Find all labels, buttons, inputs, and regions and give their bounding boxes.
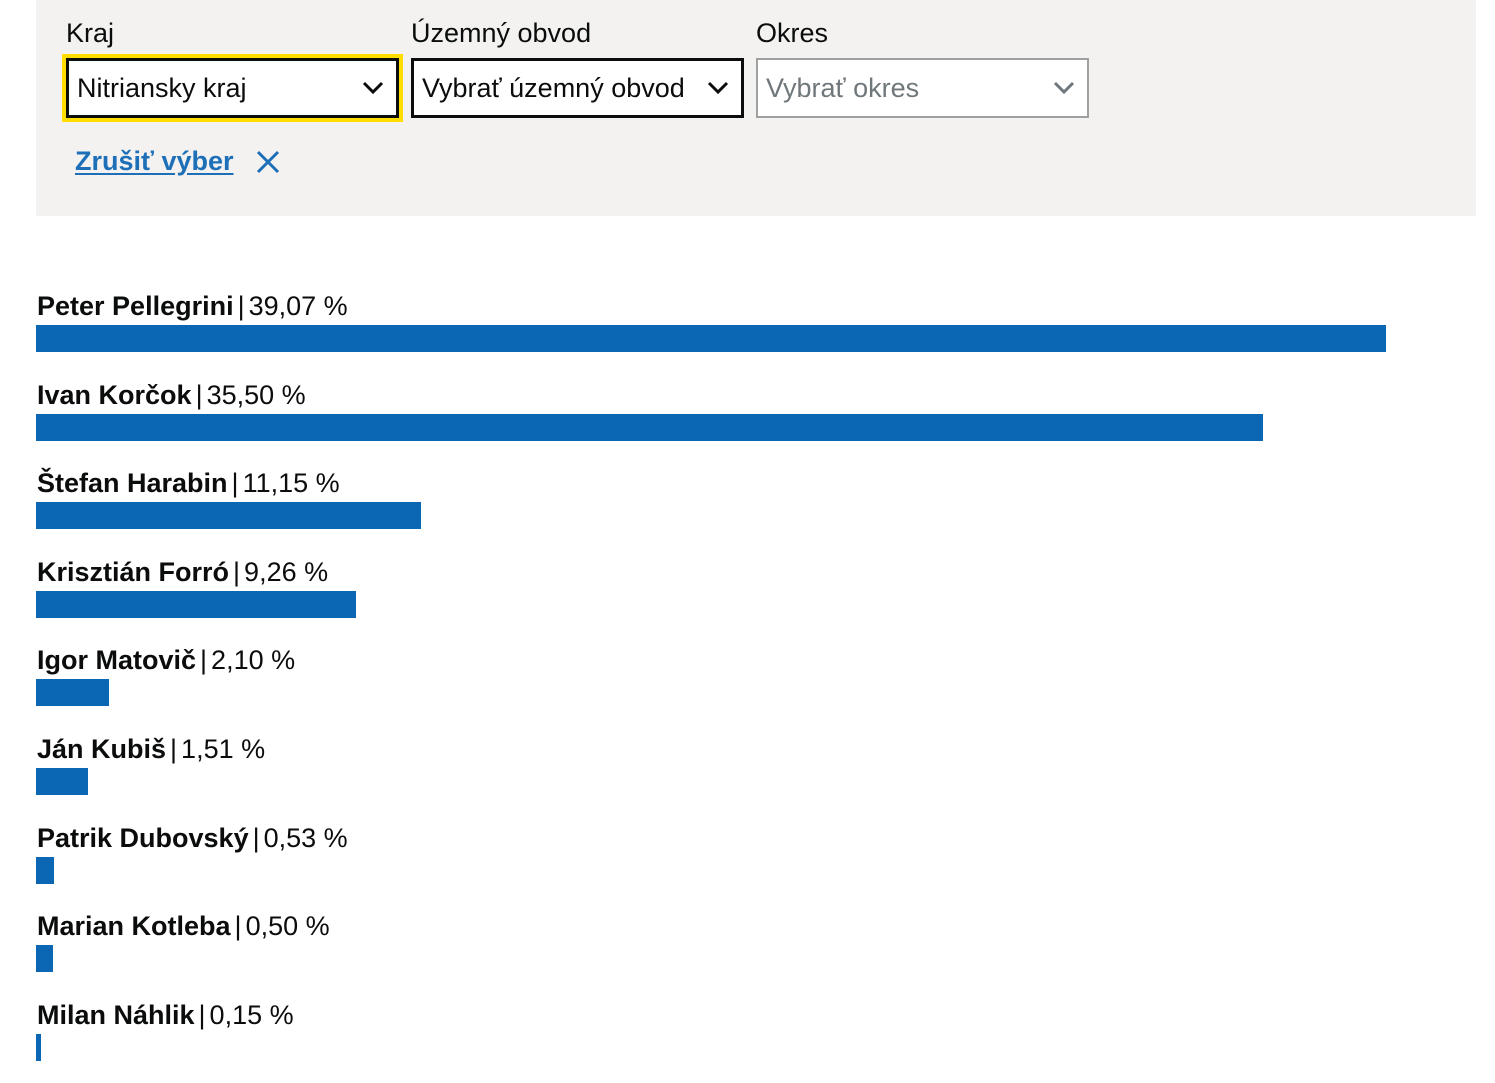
separator: | [252, 822, 260, 853]
result-label: Ivan Korčok | 35,50 % [36, 375, 348, 415]
result-label: Patrik Dubovský | 0,53 % [36, 818, 348, 858]
candidate-percent: 11,15 % [242, 468, 340, 499]
separator: | [200, 645, 208, 676]
kraj-select[interactable]: Nitriansky kraj [62, 54, 403, 122]
result-bar [36, 590, 356, 618]
candidate-percent: 1,51 % [181, 733, 266, 764]
separator: | [234, 911, 242, 942]
separator: | [195, 379, 203, 410]
okres-select-value: Vybrať okres [766, 73, 920, 103]
okres-filter: Okres Vybrať okres [756, 16, 1089, 118]
separator: | [237, 291, 245, 321]
uzemny-obvod-select[interactable]: Vybrať územný obvod [411, 58, 744, 118]
chevron-down-icon [1053, 81, 1075, 95]
clear-selection-row: Zrušiť výber [75, 146, 280, 177]
candidate-name: Milan Náhlik [37, 999, 195, 1030]
candidate-name: Ján Kubiš [37, 733, 167, 764]
result-label: Peter Pellegrini | 39,07 % [36, 286, 348, 326]
result-row: Patrik Dubovský | 0,53 % [36, 818, 348, 907]
candidate-percent: 0,15 % [209, 999, 294, 1030]
result-row: Igor Matovič | 2,10 % [36, 640, 348, 729]
result-row: Marian Kotleba | 0,50 % [36, 906, 348, 995]
uzemny-obvod-select-value: Vybrať územný obvod [422, 73, 685, 103]
candidate-percent: 0,53 % [263, 822, 348, 853]
okres-label: Okres [756, 18, 829, 48]
result-label: Igor Matovič | 2,10 % [36, 640, 348, 680]
result-label: Ján Kubiš | 1,51 % [36, 729, 348, 769]
candidate-name: Štefan Harabin [37, 468, 228, 499]
candidate-name: Krisztián Forró [37, 556, 230, 587]
candidate-percent: 0,50 % [245, 911, 330, 942]
chevron-down-icon [707, 81, 729, 95]
result-row: Štefan Harabin | 11,15 % [36, 463, 422, 552]
uzemny-obvod-filter: Územný obvod Vybrať územný obvod [411, 16, 744, 118]
close-icon[interactable] [256, 150, 280, 174]
result-label: Krisztián Forró | 9,26 % [36, 552, 348, 592]
separator: | [231, 468, 239, 499]
result-row: Milan Náhlik | 0,15 % [36, 995, 348, 1083]
kraj-select-value: Nitriansky kraj [77, 73, 247, 103]
result-row: Peter Pellegrini | 39,07 % [36, 286, 1386, 375]
separator: | [198, 999, 206, 1030]
candidate-name: Peter Pellegrini [37, 291, 234, 321]
result-bar [36, 325, 1386, 352]
results-chart: Peter Pellegrini | 39,07 % Ivan Korčok | 35,5… [36, 286, 1386, 1083]
result-row: Ján Kubiš | 1,51 % [36, 729, 348, 818]
result-bar [36, 1033, 42, 1061]
result-label: Milan Náhlik | 0,15 % [36, 995, 348, 1035]
result-bar [36, 679, 109, 707]
result-bar [36, 945, 54, 973]
result-bar [36, 413, 1263, 441]
result-label: Marian Kotleba | 0,50 % [36, 906, 348, 946]
okres-select[interactable]: Vybrať okres [756, 58, 1089, 118]
clear-selection-link[interactable]: Zrušiť výber [75, 146, 234, 177]
result-bar [36, 767, 89, 795]
candidate-percent: 2,10 % [211, 645, 296, 676]
result-bar [36, 502, 422, 530]
result-row: Ivan Korčok | 35,50 % [36, 375, 1263, 464]
chevron-down-icon [362, 81, 384, 95]
candidate-name: Igor Matovič [37, 645, 197, 676]
filter-panel: Kraj Nitriansky kraj Územný obvod Vybrať… [36, 0, 1476, 216]
result-row: Krisztián Forró | 9,26 % [36, 552, 356, 641]
candidate-name: Ivan Korčok [37, 379, 192, 410]
result-label: Štefan Harabin | 11,15 % [36, 463, 348, 503]
candidate-percent: 39,07 % [248, 291, 348, 321]
candidate-percent: 9,26 % [244, 556, 329, 587]
result-bar [36, 856, 55, 884]
separator: | [233, 556, 241, 587]
separator: | [170, 733, 178, 764]
uzemny-obvod-label: Územný obvod [411, 18, 592, 48]
kraj-filter: Kraj Nitriansky kraj [62, 16, 403, 122]
kraj-label: Kraj [66, 18, 115, 48]
candidate-percent: 35,50 % [206, 379, 306, 410]
candidate-name: Marian Kotleba [37, 911, 231, 942]
candidate-name: Patrik Dubovský [37, 822, 249, 853]
